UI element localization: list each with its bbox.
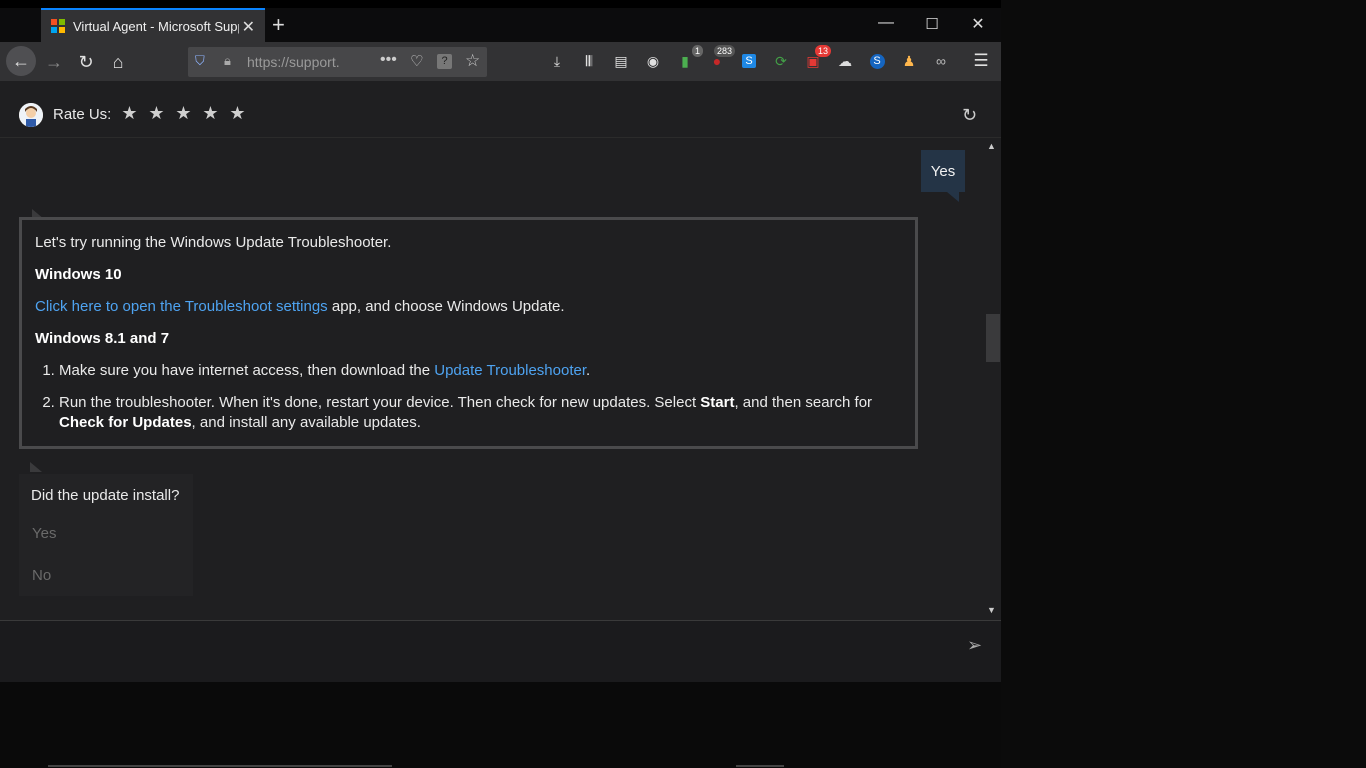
rating-stars: ★ ★ ★ ★ ★ <box>116 103 251 124</box>
menu-icon[interactable]: ☰ <box>971 51 991 71</box>
step-1: Make sure you have internet access, then… <box>59 361 902 381</box>
extension-notification-icon[interactable]: ▣ 13 <box>803 45 831 71</box>
step-2: Run the troubleshooter. When it's done, … <box>59 393 902 433</box>
update-troubleshooter-link[interactable]: Update Troubleshooter <box>434 362 586 379</box>
chat-header: Rate Us: ★ ★ ★ ★ ★ ↻ <box>0 81 1001 138</box>
send-icon[interactable]: ➢ <box>967 635 982 656</box>
windows10-heading: Windows 10 <box>35 266 122 283</box>
bookmark-star-icon[interactable]: ☆ <box>465 51 480 71</box>
extension-red-icon[interactable]: ● 283 <box>707 45 735 71</box>
steps-list: Make sure you have internet access, then… <box>35 361 902 433</box>
lock-icon[interactable]: 🔒︎ <box>224 53 231 69</box>
message-input[interactable]: ➢ <box>0 620 1001 682</box>
chat-transcript[interactable]: Yes Let's try running the Windows Update… <box>0 138 985 620</box>
library-icon[interactable]: 𝄃𝄃 <box>579 51 599 71</box>
scroll-thumb[interactable] <box>986 314 1000 362</box>
question-card: Did the update install? Yes No <box>19 474 193 596</box>
taskbar-line <box>48 765 392 767</box>
shield-icon[interactable]: ⛉ <box>195 53 205 69</box>
agent-avatar <box>19 103 43 127</box>
badge-count: 13 <box>814 45 831 57</box>
tab-title: Virtual Agent - Microsoft Support <box>73 18 239 34</box>
extension-figure-icon[interactable]: ♟ <box>899 51 919 71</box>
extension-circle-s-icon[interactable]: S <box>867 51 887 71</box>
forward-button[interactable]: → <box>39 48 69 76</box>
cloud-extension-icon[interactable]: ☁ <box>835 51 855 71</box>
step-2-text-b: , and then search for <box>734 394 873 411</box>
more-actions-icon[interactable]: ••• <box>380 51 397 69</box>
option-yes-button[interactable]: Yes <box>32 525 56 542</box>
home-button[interactable]: ⌂ <box>103 48 133 76</box>
rating-star-4[interactable]: ★ <box>197 103 224 124</box>
scroll-up-icon[interactable]: ▲ <box>987 141 996 151</box>
user-bubble-tail <box>947 192 959 202</box>
user-message-text: Yes <box>930 162 956 180</box>
option-no-button[interactable]: No <box>32 567 51 584</box>
scroll-down-icon[interactable]: ▼ <box>987 605 996 615</box>
rating-star-5[interactable]: ★ <box>224 103 251 124</box>
maximize-button[interactable]: ☐ <box>922 15 942 33</box>
minimize-button[interactable]: — <box>876 14 896 32</box>
badge-count: 1 <box>691 45 703 57</box>
step-2-text-c: , and install any available updates. <box>191 414 421 431</box>
account-icon[interactable]: ◉ <box>643 51 663 71</box>
microsoft-logo-icon <box>51 19 65 33</box>
extension-s-icon[interactable]: S <box>739 51 759 71</box>
windows81-heading: Windows 8.1 and 7 <box>35 330 170 347</box>
step-1-text: Make sure you have internet access, then… <box>59 362 435 379</box>
badge-count: 283 <box>713 45 735 57</box>
win10-instructions: app, and choose Windows Update. <box>327 298 565 315</box>
rating-star-1[interactable]: ★ <box>116 103 143 124</box>
user-message: Yes <box>921 150 965 192</box>
step-2-text-a: Run the troubleshooter. When it's done, … <box>59 394 701 411</box>
browser-window: Virtual Agent - Microsoft Support ✕ + — … <box>0 8 1001 682</box>
desktop-background <box>1001 0 1366 768</box>
browser-tab[interactable]: Virtual Agent - Microsoft Support ✕ <box>41 8 265 42</box>
pocket-icon[interactable]: ♡ <box>410 52 423 70</box>
tab-strip: Virtual Agent - Microsoft Support ✕ + — … <box>0 8 1001 42</box>
step-1-end: . <box>586 362 591 379</box>
taskbar-line <box>736 765 784 767</box>
restart-conversation-icon[interactable]: ↻ <box>962 105 977 126</box>
question-text: Did the update install? <box>31 487 180 504</box>
start-keyword: Start <box>700 394 735 411</box>
troubleshoot-settings-link[interactable]: Click here to open the Troubleshoot sett… <box>35 298 328 315</box>
bot-message-card: Let's try running the Windows Update Tro… <box>19 217 918 449</box>
extension-green-icon[interactable]: ▮ 1 <box>675 45 703 71</box>
bot-bubble-tail <box>30 462 42 472</box>
desktop-background-bottom <box>0 682 1001 768</box>
navigation-toolbar: ← → ↻ ⌂ ⛉ 🔒︎ https://support. ••• ♡ ? ☆ … <box>0 42 1001 81</box>
rate-us-label: Rate Us: <box>53 106 112 123</box>
url-bar[interactable]: ⛉ 🔒︎ https://support. ••• ♡ ? ☆ <box>188 47 487 77</box>
close-tab-icon[interactable]: ✕ <box>242 17 255 37</box>
extension-glasses-icon[interactable]: ∞ <box>931 51 951 71</box>
sync-extension-icon[interactable]: ⟳ <box>771 51 791 71</box>
downloads-icon[interactable]: ⤓ <box>547 51 567 71</box>
chat-scrollbar[interactable]: ▲ ▼ <box>985 138 1001 620</box>
reload-button[interactable]: ↻ <box>71 48 101 76</box>
new-tab-button[interactable]: + <box>272 12 285 38</box>
rating-star-2[interactable]: ★ <box>143 103 170 124</box>
sidebar-icon[interactable]: ▤ <box>611 51 631 71</box>
card-intro: Let's try running the Windows Update Tro… <box>35 234 392 251</box>
check-for-updates-keyword: Check for Updates <box>59 414 192 431</box>
back-button[interactable]: ← <box>6 46 36 76</box>
close-window-button[interactable]: ✕ <box>968 14 988 34</box>
help-icon[interactable]: ? <box>437 54 452 69</box>
url-text: https://support. <box>247 54 340 70</box>
rating-star-3[interactable]: ★ <box>170 103 197 124</box>
